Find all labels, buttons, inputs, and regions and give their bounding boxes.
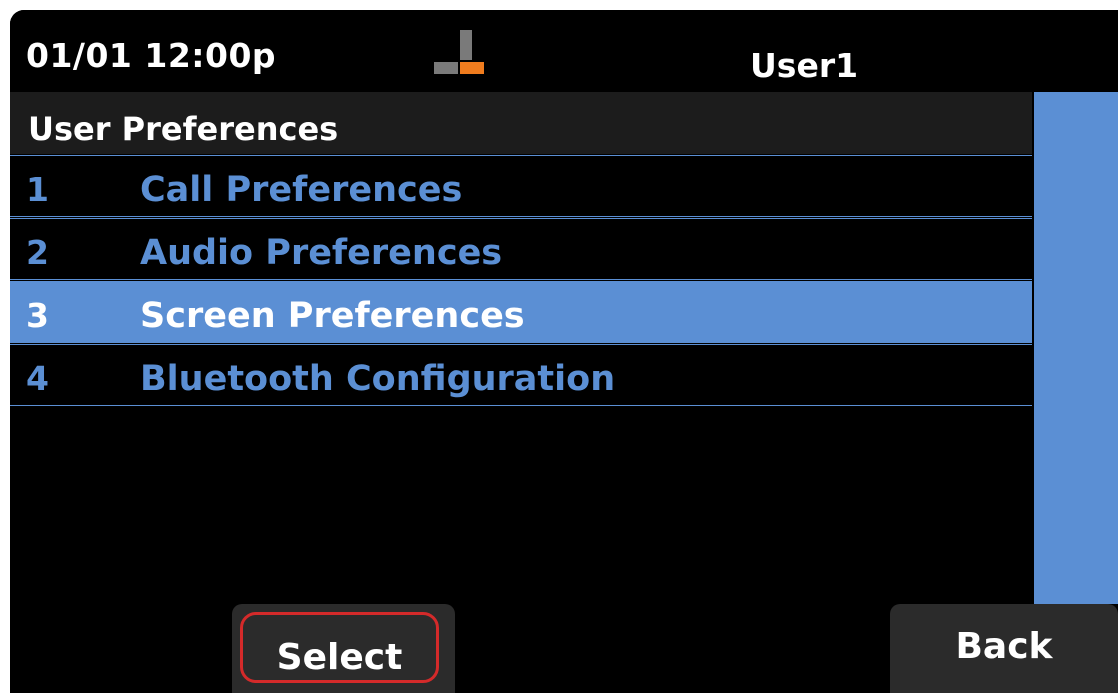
menu-item-number: 2: [26, 233, 49, 272]
scrollbar[interactable]: [1034, 92, 1118, 604]
status-bar: 01/01 12:00p User1: [10, 10, 1118, 92]
phone-line-status-icon: [434, 30, 484, 74]
softkey-bar: Select Back: [10, 604, 1118, 693]
phone-screen: 01/01 12:00p User1 User Preferences 1 Ca…: [10, 10, 1118, 693]
menu-item-number: 1: [26, 170, 49, 209]
user-name: User1: [750, 46, 859, 85]
menu-title: User Preferences: [28, 110, 339, 148]
menu-list: 1 Call Preferences 2 Audio Preferences 3…: [10, 155, 1032, 407]
select-label: Select: [276, 637, 403, 678]
menu-item-label: Call Preferences: [140, 170, 463, 210]
date-time: 01/01 12:00p: [26, 36, 277, 75]
menu-item-label: Audio Preferences: [140, 233, 503, 273]
menu-item-number: 3: [26, 296, 49, 335]
menu-item-number: 4: [26, 359, 49, 398]
menu-header: User Preferences: [10, 92, 1032, 154]
menu-item-screen-preferences[interactable]: 3 Screen Preferences: [10, 281, 1032, 343]
select-focus-ring: Select: [240, 612, 439, 683]
menu-item-bluetooth-configuration[interactable]: 4 Bluetooth Configuration: [10, 344, 1032, 406]
menu-item-audio-preferences[interactable]: 2 Audio Preferences: [10, 218, 1032, 280]
select-softkey[interactable]: Select: [232, 604, 455, 693]
back-softkey[interactable]: Back: [890, 604, 1118, 693]
menu-item-label: Screen Preferences: [140, 296, 525, 336]
menu-item-call-preferences[interactable]: 1 Call Preferences: [10, 155, 1032, 217]
back-label: Back: [955, 626, 1053, 667]
menu-item-label: Bluetooth Configuration: [140, 359, 616, 399]
